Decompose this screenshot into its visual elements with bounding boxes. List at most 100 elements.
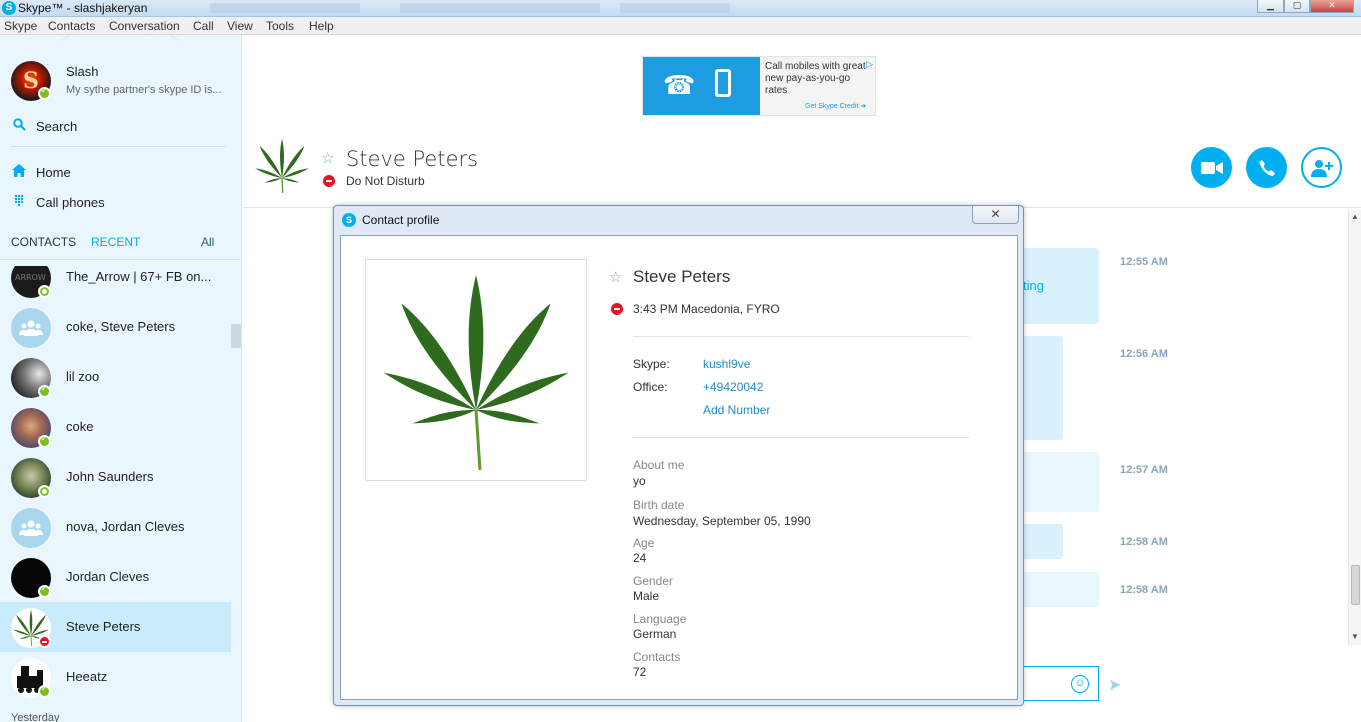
close-icon[interactable]: ✕ — [1310, 0, 1354, 13]
message-text-fragment: ting — [1023, 278, 1044, 293]
cannabis-leaf-avatar[interactable] — [252, 136, 312, 196]
call-phones-button[interactable]: Call phones — [11, 194, 105, 210]
dnd-status-icon — [38, 635, 51, 648]
home-button[interactable]: Home — [11, 164, 71, 180]
scroll-up-arrow-icon[interactable]: ▲ — [1351, 212, 1359, 221]
list-item[interactable]: ARROW The_Arrow | 67+ FB on... — [0, 266, 231, 302]
search-label: Search — [36, 118, 78, 134]
ad-banner[interactable]: ☎ Call mobiles with great new pay-as-you… — [642, 56, 876, 116]
list-item[interactable]: lil zoo — [0, 352, 231, 402]
skype-id-label: Skype: — [633, 357, 670, 371]
scrollbar-thumb[interactable] — [1351, 565, 1360, 605]
ad-info-icon[interactable]: ▷ — [866, 59, 873, 70]
divider — [0, 259, 241, 260]
menu-call[interactable]: Call — [193, 19, 214, 33]
online-status-icon — [38, 684, 51, 698]
dialog-close-button[interactable]: ✕ — [972, 206, 1019, 224]
menu-skype[interactable]: Skype — [4, 19, 37, 33]
list-item-selected[interactable]: Steve Peters — [0, 602, 231, 652]
contact-name: Heeatz — [66, 669, 108, 684]
menu-tools[interactable]: Tools — [266, 19, 294, 33]
skype-logo-icon: S — [2, 1, 16, 15]
profile-content: ☆ Steve Peters 3:43 PM Macedonia, FYRO S… — [340, 235, 1018, 700]
list-item[interactable]: nova, Jordan Cleves — [0, 502, 231, 552]
audio-call-button[interactable] — [1246, 147, 1287, 188]
about-me-value: yo — [633, 474, 646, 488]
profile-name: Steve Peters — [633, 267, 731, 286]
contacts-count-label: Contacts — [633, 650, 681, 664]
group-icon — [11, 508, 51, 548]
skype-id-value[interactable]: kushl9ve — [703, 357, 750, 371]
contact-profile-dialog: S Contact profile ✕ ☆ Steve Peters 3:43 … — [333, 205, 1024, 706]
dialog-title: Contact profile — [362, 213, 440, 227]
skype-logo-icon: S — [342, 213, 356, 227]
maximize-icon[interactable]: ▢ — [1284, 0, 1310, 13]
list-item[interactable]: John Saunders — [0, 452, 231, 502]
online-status-icon — [38, 86, 51, 100]
menu-conversation[interactable]: Conversation — [109, 19, 180, 33]
window-title: Skype™ - slashjakeryan — [18, 1, 148, 15]
conversation-title[interactable]: Steve Peters — [346, 147, 478, 171]
contact-name: Jordan Cleves — [66, 569, 150, 584]
contact-name: coke, Steve Peters — [66, 319, 176, 334]
chat-scrollbar[interactable]: ▲ ▼ — [1348, 210, 1361, 645]
list-item[interactable]: Heeatz — [0, 652, 231, 702]
recent-contacts-list: ARROW The_Arrow | 67+ FB on... coke, Ste… — [0, 266, 241, 722]
list-item[interactable]: coke — [0, 402, 231, 452]
divider — [11, 146, 226, 147]
list-item[interactable]: Jordan Cleves — [0, 552, 231, 602]
away-status-icon — [38, 285, 51, 298]
list-item[interactable]: coke, Steve Peters — [0, 302, 231, 352]
menu-view[interactable]: View — [227, 19, 253, 33]
contact-name: The_Arrow | 67+ FB on... — [66, 269, 212, 284]
contacts-count-value: 72 — [633, 665, 647, 679]
message-timestamp: 12:58 AM — [1120, 584, 1168, 596]
group-icon — [11, 308, 51, 348]
contact-name: nova, Jordan Cleves — [66, 519, 185, 534]
my-mood-message[interactable]: My sythe partner's skype ID is... — [66, 84, 231, 96]
add-contact-icon — [1310, 159, 1333, 177]
sidebar-scrollbar[interactable] — [231, 324, 241, 348]
emoticon-icon[interactable]: ☺ — [1071, 675, 1089, 693]
profile-photo-cannabis-leaf — [365, 259, 587, 481]
search-button[interactable]: Search — [11, 118, 77, 134]
divider — [633, 336, 969, 337]
favorite-star-icon[interactable]: ☆ — [321, 149, 334, 167]
send-icon[interactable]: ➤ — [1108, 675, 1121, 695]
menu-contacts[interactable]: Contacts — [48, 19, 95, 33]
contact-name: lil zoo — [66, 369, 100, 384]
favorite-star-icon[interactable]: ☆ — [609, 268, 622, 286]
about-me-label: About me — [633, 458, 685, 472]
close-icon: ✕ — [990, 207, 1001, 221]
office-label: Office: — [633, 380, 668, 394]
tab-recent[interactable]: RECENT — [91, 235, 140, 249]
age-label: Age — [633, 536, 655, 550]
message-timestamp: 12:56 AM — [1120, 348, 1168, 360]
ad-cta-link[interactable]: Get Skype Credit ➜ — [805, 102, 866, 110]
my-name[interactable]: Slash — [66, 64, 99, 79]
background-window-ghost — [400, 3, 600, 13]
office-phone-link[interactable]: +49420042 — [703, 380, 763, 394]
dialpad-icon — [11, 194, 27, 210]
contact-status: Do Not Disturb — [346, 174, 425, 188]
search-icon — [11, 118, 27, 134]
video-call-button[interactable] — [1191, 147, 1232, 188]
section-header-yesterday: Yesterday — [11, 712, 60, 722]
scroll-down-arrow-icon[interactable]: ▼ — [1351, 632, 1359, 641]
tab-contacts[interactable]: CONTACTS — [11, 235, 76, 249]
add-contact-button[interactable] — [1301, 147, 1342, 188]
menu-help[interactable]: Help — [309, 19, 334, 33]
dnd-status-icon — [323, 175, 335, 187]
sidebar: S Slash My sythe partner's skype ID is..… — [0, 35, 242, 722]
contact-name: coke — [66, 419, 94, 434]
video-call-icon — [1200, 161, 1223, 174]
background-window-ghost — [620, 3, 730, 13]
svg-text:ARROW: ARROW — [15, 273, 46, 282]
online-status-icon — [38, 434, 51, 448]
divider — [633, 437, 969, 438]
mobile-phone-icon — [715, 69, 731, 97]
minimize-icon[interactable]: ▁ — [1257, 0, 1284, 13]
add-number-link[interactable]: Add Number — [703, 403, 770, 417]
birth-date-label: Birth date — [633, 498, 685, 512]
age-value: 24 — [633, 551, 647, 565]
